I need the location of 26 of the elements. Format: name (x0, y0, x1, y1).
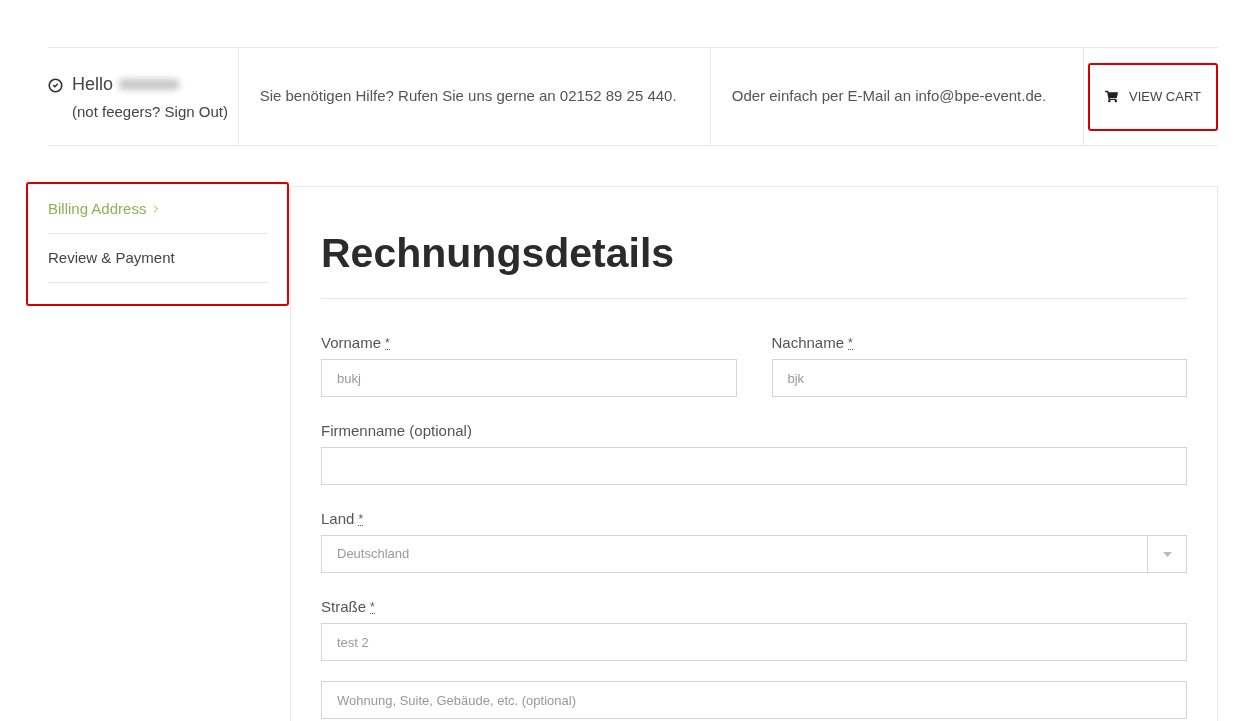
input-field[interactable] (321, 447, 1187, 485)
required-mark: * (848, 336, 853, 350)
field-label: Straße (321, 597, 366, 617)
input-field[interactable]: test 2 (321, 623, 1187, 661)
field-label: Land (321, 509, 355, 529)
form-title: Rechnungsdetails (321, 230, 676, 276)
check-circle-icon (48, 77, 63, 93)
field-label: Firmenname (optional) (321, 421, 472, 441)
greeting-text: Hello (72, 73, 114, 96)
step-link[interactable]: Billing Address (48, 185, 268, 234)
step-link[interactable]: Review & Payment (48, 234, 268, 283)
sign-out-note[interactable]: (not feegers? Sign Out) (72, 100, 228, 123)
view-cart-button[interactable]: VIEW CART (1088, 62, 1218, 131)
help-text: Sie benötigen Hilfe? Rufen Sie uns gerne an 02152 89 25 440. (259, 86, 677, 107)
required-mark: * (385, 336, 390, 350)
email-text: Oder einfach per E-Mail an info@bpe-event.de. (731, 86, 1047, 107)
field-label: Vorname (321, 333, 382, 353)
required-mark: * (370, 600, 375, 614)
cart-icon (1105, 90, 1118, 103)
input-field[interactable]: bukj (321, 359, 737, 397)
caret-down-icon (1162, 551, 1172, 557)
country-select[interactable]: Deutschland (321, 535, 1187, 573)
field-label: Nachname (771, 333, 845, 353)
input-field[interactable]: bjk (771, 359, 1187, 397)
required-mark: * (358, 512, 364, 526)
input-field[interactable]: Wohnung, Suite, Gebäude, etc. (optional) (321, 681, 1187, 719)
